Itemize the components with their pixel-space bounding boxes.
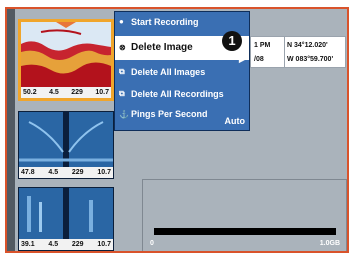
storage-min-label: 0 <box>150 240 154 247</box>
sonar-2d-image <box>21 22 111 92</box>
thumbnail-readout-3: 39.1 4.5 229 10.7 <box>19 239 113 250</box>
image-thumbnail-1[interactable]: 50.2 4.5 229 10.7 <box>18 19 114 101</box>
thumbnail-readout-1: 50.2 4.5 229 10.7 <box>21 87 111 98</box>
depth-readout: 50.2 <box>23 89 37 96</box>
heading-readout: 229 <box>71 89 83 96</box>
image-thumbnail-2[interactable]: 47.8 4.5 229 10.7 <box>18 111 114 179</box>
thumbnail-readout-2: 47.8 4.5 229 10.7 <box>19 167 113 178</box>
menu-item-pings-per-second[interactable]: ⚓ Pings Per Second Auto <box>115 108 249 130</box>
menu-item-delete-all-images[interactable]: ⧉ Delete All Images <box>115 62 249 82</box>
storage-usage-bar <box>154 228 336 235</box>
recordings-icon: ⧉ <box>119 89 125 98</box>
left-edge-strip <box>7 9 15 251</box>
menu-item-start-recording[interactable]: ● Start Recording <box>115 12 249 32</box>
speed-readout: 4.5 <box>48 169 59 176</box>
side-imaging-image <box>19 188 113 240</box>
heading-readout: 229 <box>71 169 84 176</box>
heading-readout: 229 <box>71 241 84 248</box>
menu-item-label: Delete All Recordings <box>131 89 224 99</box>
date-readout: /08 <box>254 56 264 63</box>
menu-item-label: Pings Per Second <box>131 109 208 119</box>
divider <box>284 37 285 67</box>
speed-readout: 4.5 <box>48 241 59 248</box>
callout-number-badge: 1 <box>222 31 242 51</box>
menu-item-label: Start Recording <box>131 17 199 27</box>
device-frame: 50.2 4.5 229 10.7 47.8 4.5 229 10.7 39.1… <box>0 0 352 254</box>
images-icon: ⧉ <box>119 67 125 76</box>
time-readout: 1 PM <box>254 42 271 49</box>
depth-readout: 39.1 <box>21 241 35 248</box>
pings-value: Auto <box>224 116 246 126</box>
image-context-menu: ● Start Recording ⊗ Delete Image ▶ ⧉ Del… <box>114 11 250 131</box>
longitude-readout: W 083°59.700' <box>287 56 334 63</box>
storage-usage-panel: 0 1.0GB <box>142 179 347 251</box>
depth-readout: 47.8 <box>21 169 35 176</box>
storage-max-label: 1.0GB <box>319 240 340 247</box>
latitude-readout: N 34°12.020' <box>287 42 328 49</box>
pings-icon: ⚓ <box>119 110 129 119</box>
fishfinder-screen: 50.2 4.5 229 10.7 47.8 4.5 229 10.7 39.1… <box>5 7 349 253</box>
speed-readout: 4.5 <box>49 89 59 96</box>
image-thumbnail-3[interactable]: 39.1 4.5 229 10.7 <box>18 187 114 251</box>
record-dot-icon: ● <box>119 17 124 26</box>
menu-item-delete-all-recordings[interactable]: ⧉ Delete All Recordings <box>115 84 249 104</box>
down-imaging-image <box>19 112 113 168</box>
menu-item-label: Delete Image <box>131 42 193 53</box>
temp-readout: 10.7 <box>95 89 109 96</box>
temp-readout: 10.7 <box>97 169 111 176</box>
temp-readout: 10.7 <box>97 241 111 248</box>
navigation-info-panel: 1 PM /08 N 34°12.020' W 083°59.700' <box>250 36 346 68</box>
delete-icon: ⊗ <box>119 43 126 52</box>
menu-item-label: Delete All Images <box>131 67 206 77</box>
